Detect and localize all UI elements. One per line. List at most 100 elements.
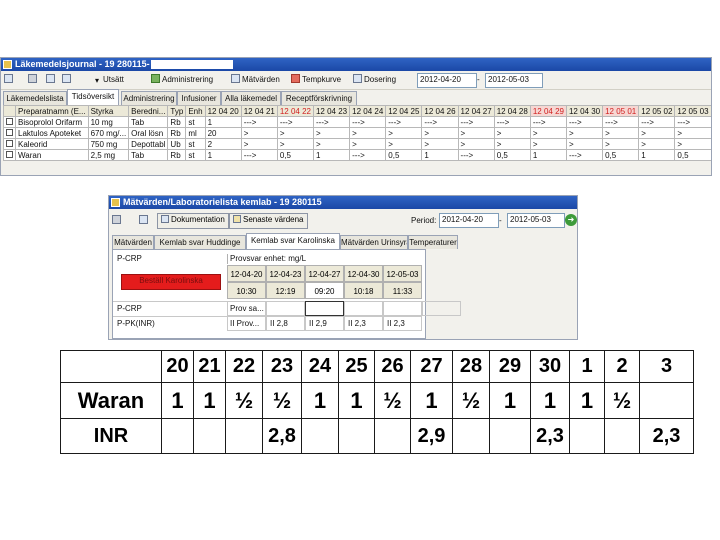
day-cell: 22 [225, 350, 263, 383]
sample-time-header[interactable]: 11:33 [383, 282, 422, 299]
dose-cell: ---> [276, 116, 314, 128]
dose-cell: ---> [349, 149, 387, 161]
date-column-header[interactable]: 12 04 20 [204, 105, 242, 117]
period-label: Period: [411, 216, 437, 225]
waran-dose-cell: ½ [225, 382, 263, 419]
dose-cell: > [385, 127, 423, 139]
new-icon[interactable] [4, 74, 15, 86]
lab-value-cell[interactable]: II 2,9 [305, 316, 344, 331]
sample-date-header[interactable]: 12-04-23 [266, 265, 305, 282]
date-column-header[interactable]: 12 04 21 [240, 105, 278, 117]
period-from-input[interactable]: 2012-04-20 [439, 213, 499, 228]
tab-kemlab-karolinska[interactable]: Kemlab svar Karolinska [246, 233, 340, 249]
row-checkbox[interactable] [3, 138, 16, 150]
table-row[interactable]: Bisoprolol Orifarm 10 mg Tab Rb st 1 ---> ---> -… [3, 116, 711, 128]
dokumentation-button[interactable]: Dokumentation [157, 213, 229, 229]
dose-cell: 1 [421, 149, 459, 161]
date-column-header[interactable]: 12 04 28 [493, 105, 531, 117]
dose-cell: 1 [529, 149, 567, 161]
sample-date-header[interactable]: 12-04-30 [344, 265, 383, 282]
table-row[interactable]: Laktulos Apoteket 670 mg/... Oral lösn Rb ml… [3, 127, 711, 139]
lab-value-cell[interactable] [305, 301, 344, 316]
tab-infusioner[interactable]: Infusioner [177, 91, 221, 105]
tab-kemlab-huddinge[interactable]: Kemlab svar Huddinge [154, 235, 246, 249]
lab-value-cell[interactable] [344, 301, 383, 316]
day-cell: 20 [161, 350, 194, 383]
sample-date-header[interactable]: 12-04-27 [305, 265, 344, 282]
dosering-button[interactable]: Dosering [353, 74, 396, 86]
date-column-header[interactable]: 12 04 23 [312, 105, 351, 117]
temperatur-button[interactable]: Tempkurve [291, 74, 341, 86]
table-row[interactable]: Kaleorid 750 mg Depottabl Ub st 2 > > > > > > > > > > > >… [3, 138, 711, 150]
column-header[interactable]: Styrka [87, 105, 130, 117]
administrering-button[interactable]: Administrering [151, 74, 213, 86]
date-column-header[interactable]: 12 04 26 [421, 105, 459, 117]
dose-cell: > [276, 138, 314, 150]
chart-icon[interactable] [139, 215, 150, 227]
empty-corner-cell [60, 350, 162, 383]
date-column-header[interactable]: 12 05 03 [674, 105, 711, 117]
dose-cell: > [493, 138, 531, 150]
tab-temperaturer[interactable]: Temperaturer [408, 235, 458, 249]
matvarden-button[interactable]: Mätvärden [231, 74, 280, 86]
utsatt-button[interactable]: ▾ Utsätt [95, 74, 124, 86]
sample-time-header[interactable]: 10:30 [227, 282, 266, 299]
senaste-varden-button[interactable]: Senaste värdena [229, 213, 308, 229]
period-to-input[interactable]: 2012-05-03 [507, 213, 565, 228]
dose-cell: > [421, 127, 459, 139]
lab-value-cell[interactable]: II 2,8 [266, 316, 305, 331]
table-row[interactable]: Waran 2,5 mg Tab Rb st 1 ---> 0,5 1 ---> 0,5 1 ---> 0… [3, 149, 711, 161]
lab-value-cell[interactable] [383, 301, 422, 316]
preview-icon[interactable] [46, 74, 57, 86]
print-icon[interactable] [112, 215, 123, 227]
lab-value-cell[interactable]: II 2,3 [383, 316, 422, 331]
date-from-input[interactable]: 2012-04-20 [417, 73, 477, 88]
sample-time-header[interactable]: 09:20 [305, 282, 344, 299]
dose-cell: ---> [457, 116, 495, 128]
dose-cell: ---> [565, 116, 604, 128]
date-column-header[interactable]: 12 04 27 [457, 105, 495, 117]
date-column-header[interactable]: 12 04 29 [529, 105, 567, 117]
day-cell: 29 [489, 350, 531, 383]
column-header[interactable]: Enh [185, 105, 206, 117]
tab-administrering[interactable]: Administrering [121, 91, 177, 105]
date-column-header[interactable]: 12 04 22 [276, 105, 314, 117]
dose-cell: ---> [638, 116, 676, 128]
export-icon[interactable] [62, 74, 73, 86]
sample-time-header[interactable]: 10:18 [344, 282, 383, 299]
row-checkbox[interactable] [3, 127, 16, 139]
tab-tidsoversikt[interactable]: Tidsöversikt [67, 89, 119, 105]
tab-alla-lakemedel[interactable]: Alla läkemedel [221, 91, 281, 105]
waran-dose-cell: ½ [262, 382, 302, 419]
column-header[interactable]: Typ [167, 105, 187, 117]
row-checkbox[interactable] [3, 116, 16, 128]
date-column-header[interactable]: 12 05 02 [638, 105, 676, 117]
waran-dose-cell: 1 [569, 382, 605, 419]
date-column-header[interactable]: 12 04 24 [349, 105, 387, 117]
sample-date-header[interactable]: 12-05-03 [383, 265, 422, 282]
lab-analysis-name[interactable]: P-CRP [113, 301, 227, 316]
date-column-header[interactable]: 12 04 25 [385, 105, 423, 117]
row-checkbox[interactable] [3, 149, 16, 161]
tab-lakemedelslista[interactable]: Läkemedelslista [3, 91, 67, 105]
date-to-input[interactable]: 2012-05-03 [485, 73, 543, 88]
column-header[interactable]: Beredni... [128, 105, 169, 117]
day-cell: 30 [530, 350, 570, 383]
print-icon[interactable] [28, 74, 39, 86]
column-header[interactable]: Preparatnamn (E... [15, 105, 89, 117]
order-karolinska-button[interactable]: Beställ Karolinska [121, 274, 221, 290]
lab-value-cell[interactable]: II 2,3 [344, 316, 383, 331]
date-column-header[interactable]: 12 04 30 [565, 105, 604, 117]
tab-matvarden[interactable]: Mätvärden [112, 235, 154, 249]
tab-matvarden-urinsyra[interactable]: Mätvärden Urinsyra [340, 235, 408, 249]
inr-value-cell [225, 418, 263, 454]
lab-value-cell[interactable] [266, 301, 305, 316]
lab-value-cell[interactable] [422, 301, 461, 316]
lab-analysis-name[interactable]: P-PK(INR) [113, 316, 227, 331]
refresh-icon[interactable]: ➜ [565, 214, 577, 226]
sample-date-header[interactable]: 12-04-20 [227, 265, 266, 282]
tab-receptforskrivning[interactable]: Receptförskrivning [281, 91, 357, 105]
drug-attribute-cell: st [185, 116, 206, 128]
sample-time-header[interactable]: 12:19 [266, 282, 305, 299]
date-column-header[interactable]: 12 05 01 [602, 105, 640, 117]
